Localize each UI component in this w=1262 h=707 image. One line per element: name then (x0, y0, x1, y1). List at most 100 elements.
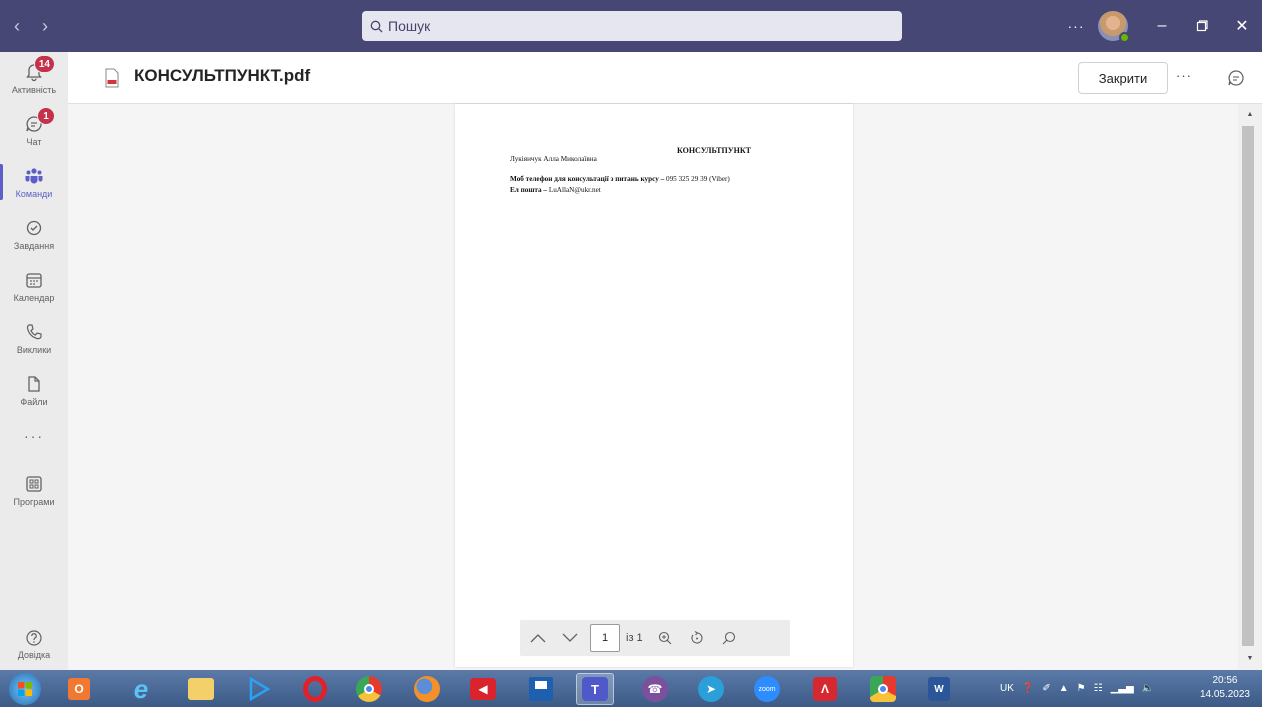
scroll-thumb[interactable] (1242, 126, 1254, 646)
apps-icon (26, 476, 42, 492)
restore-icon (1196, 20, 1208, 32)
viber-icon: ☎ (642, 676, 668, 702)
language-indicator[interactable]: UK (1000, 683, 1014, 694)
opera-icon (303, 676, 327, 702)
windows-taskbar: O e ◀ T ☎ ➤ zoom Λ W UK ❓ ✐ ▲ ⚑ ☷ ▁▃▅ 🔈 … (0, 670, 1262, 707)
page-number-input[interactable]: 1 (590, 624, 620, 652)
rail-item-chat[interactable]: 1 Чат (0, 104, 68, 156)
scroll-down-arrow[interactable]: ▼ (1245, 654, 1255, 664)
folder-icon (188, 678, 214, 700)
chrome-profile-icon (870, 676, 896, 702)
prev-page-button[interactable] (524, 623, 552, 653)
pdf-toolbar: 1 із 1 (520, 620, 790, 656)
close-file-button[interactable]: Закрити (1078, 62, 1168, 94)
activity-badge: 14 (33, 55, 55, 73)
title-bar: ‹ › Пошук ··· – ✕ (0, 0, 1262, 52)
signal-icon[interactable]: ▁▃▅ (1111, 683, 1134, 694)
taskbar-save-app[interactable] (522, 673, 560, 705)
file-title: КОНСУЛЬТПУНКТ.pdf (134, 66, 311, 85)
taskbar-acrobat[interactable]: Λ (806, 673, 844, 705)
teams-app-icon: T (582, 677, 608, 701)
doc-email-label: Ел пошта – (510, 186, 548, 194)
volume-icon[interactable]: 🔈 (1142, 683, 1154, 694)
scroll-up-arrow[interactable]: ▲ (1245, 110, 1255, 120)
rail-item-calls[interactable]: Виклики (0, 312, 68, 364)
rail-label: Чат (26, 137, 42, 147)
profile-avatar[interactable] (1098, 11, 1130, 43)
doc-phone-value: 095 325 29 39 (Viber) (664, 175, 730, 183)
search-placeholder: Пошук (388, 18, 431, 34)
rail-label: Команди (15, 189, 53, 199)
file-icon (28, 376, 40, 392)
help-icon (26, 630, 42, 646)
rotate-icon (691, 631, 703, 644)
clock-date: 14.05.2023 (1199, 689, 1250, 700)
chrome-icon (356, 676, 382, 702)
rail-item-files[interactable]: Файли (0, 364, 68, 416)
floppy-icon (529, 677, 553, 701)
doc-email-value: LuAllaN@ukr.net (547, 186, 601, 194)
settings-more-button[interactable]: ··· (1058, 18, 1094, 34)
magnifier-icon (722, 631, 735, 645)
doc-title: КОНСУЛЬТПУНКТ (677, 146, 751, 155)
rail-item-apps[interactable]: Програми (0, 464, 68, 516)
maximize-button[interactable] (1182, 0, 1222, 52)
app-rail: 14 Активність 1 Чат Команди Завдання Кал… (0, 52, 68, 670)
history-nav: ‹ › (10, 16, 52, 36)
help-tray-icon[interactable]: ❓ (1022, 683, 1034, 694)
rotate-button[interactable] (683, 623, 711, 653)
start-button[interactable] (6, 673, 44, 705)
taskbar-chrome-2[interactable] (864, 673, 902, 705)
vertical-scrollbar[interactable]: ▲ ▼ (1238, 104, 1262, 670)
play-icon (249, 677, 270, 701)
taskbar-ie[interactable]: e (122, 673, 160, 705)
internet-explorer-icon: e (133, 673, 149, 704)
show-hidden-icons[interactable]: ▲ (1059, 683, 1069, 694)
taskbar-outlook[interactable]: O (60, 673, 98, 705)
taskbar-app-red[interactable]: ◀ (464, 673, 502, 705)
search-document-button[interactable] (715, 623, 743, 653)
acrobat-icon: Λ (813, 677, 837, 701)
taskbar-explorer[interactable] (182, 673, 220, 705)
rail-label: Програми (13, 497, 55, 507)
network-icon[interactable]: ☷ (1094, 683, 1103, 694)
zoom-icon: zoom (754, 676, 780, 702)
system-clock[interactable]: 20:56 14.05.2023 (1200, 674, 1250, 702)
telegram-icon: ➤ (698, 676, 724, 702)
zoom-in-button[interactable] (651, 623, 679, 653)
minimize-button[interactable]: – (1142, 0, 1182, 52)
taskbar-word[interactable]: W (920, 673, 958, 705)
clock-time: 20:56 (1212, 675, 1238, 686)
next-page-button[interactable] (556, 623, 584, 653)
taskbar-teams[interactable]: T (576, 673, 614, 705)
taskbar-chrome[interactable] (350, 673, 388, 705)
taskbar-opera[interactable] (296, 673, 334, 705)
firefox-icon (414, 676, 440, 702)
forward-button[interactable]: › (38, 16, 52, 36)
windows-logo-icon (9, 673, 41, 705)
rail-item-tasks[interactable]: Завдання (0, 208, 68, 260)
rail-label: Завдання (13, 241, 55, 251)
taskbar-zoom[interactable]: zoom (748, 673, 786, 705)
taskbar-media-player[interactable] (240, 673, 278, 705)
doc-email-line: Ел пошта – LuAllaN@ukr.net (510, 186, 601, 194)
back-button[interactable]: ‹ (10, 16, 24, 36)
taskbar-telegram[interactable]: ➤ (692, 673, 730, 705)
taskbar-viber[interactable]: ☎ (636, 673, 674, 705)
rail-item-calendar[interactable]: Календар (0, 260, 68, 312)
rail-item-teams[interactable]: Команди (0, 156, 68, 208)
rail-item-activity[interactable]: 14 Активність (0, 52, 68, 104)
close-window-button[interactable]: ✕ (1222, 0, 1262, 52)
pen-tray-icon[interactable]: ✐ (1042, 683, 1050, 694)
help-label: Довідка (17, 650, 51, 660)
file-more-button[interactable]: ··· (1176, 68, 1196, 83)
more-apps-button[interactable]: ··· (0, 428, 68, 444)
presence-indicator (1119, 32, 1130, 43)
flag-icon[interactable]: ⚑ (1077, 683, 1086, 694)
search-box[interactable]: Пошук (362, 11, 902, 41)
help-button[interactable]: Довідка (0, 618, 68, 670)
rail-label: Файли (20, 397, 48, 407)
taskbar-firefox[interactable] (408, 673, 446, 705)
phone-icon (26, 324, 42, 340)
conversation-icon[interactable] (1226, 68, 1246, 88)
